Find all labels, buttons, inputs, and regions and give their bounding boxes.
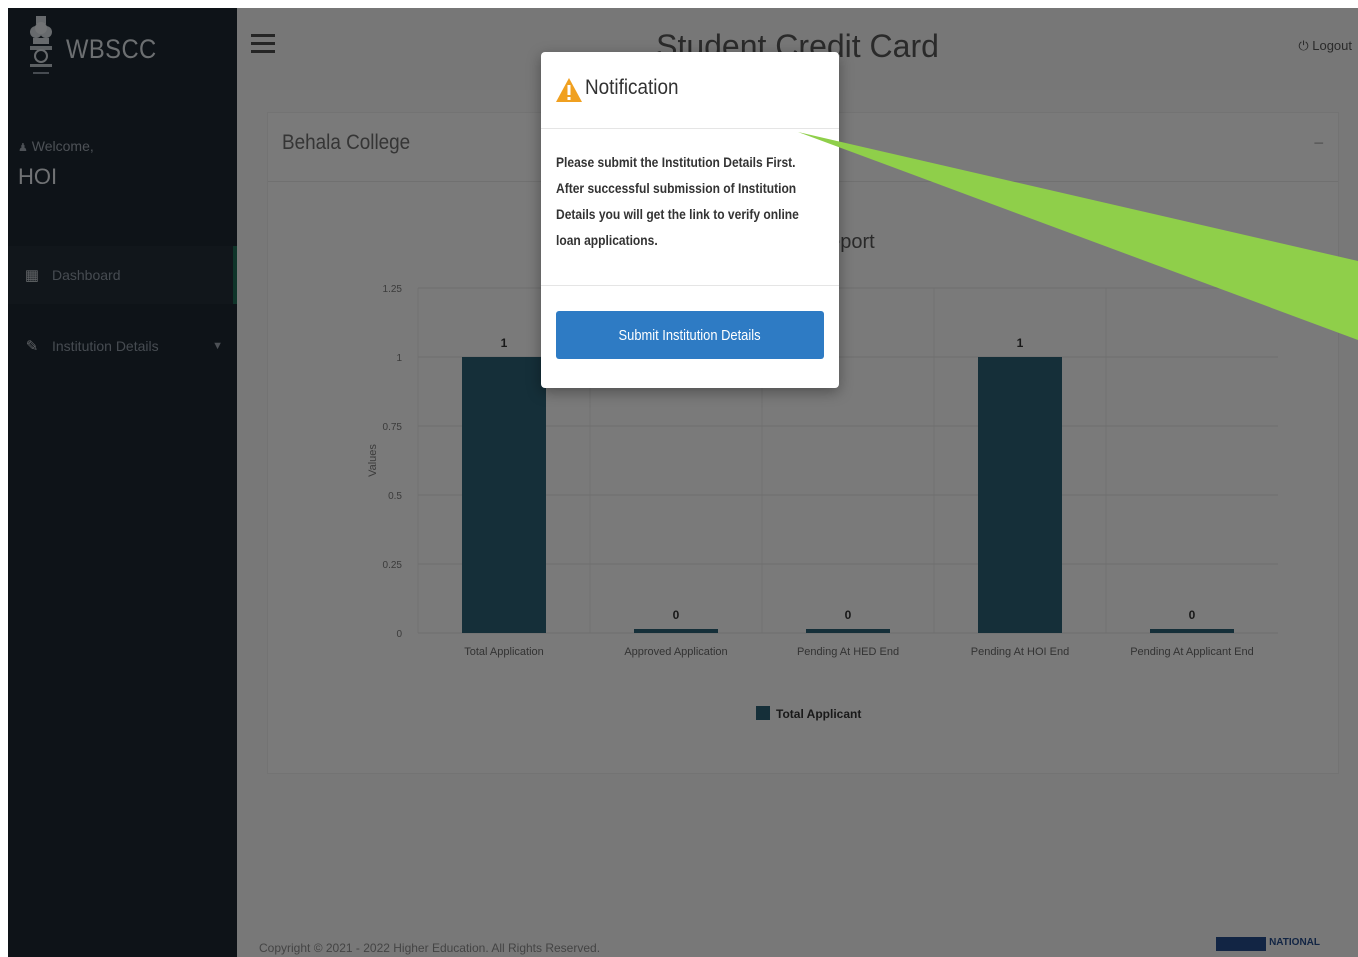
app-window: WBSCC ♟ Welcome, HOI ▦ Dashboard ✎ Insti… — [8, 8, 1358, 957]
annotation-arrow — [798, 132, 1358, 340]
